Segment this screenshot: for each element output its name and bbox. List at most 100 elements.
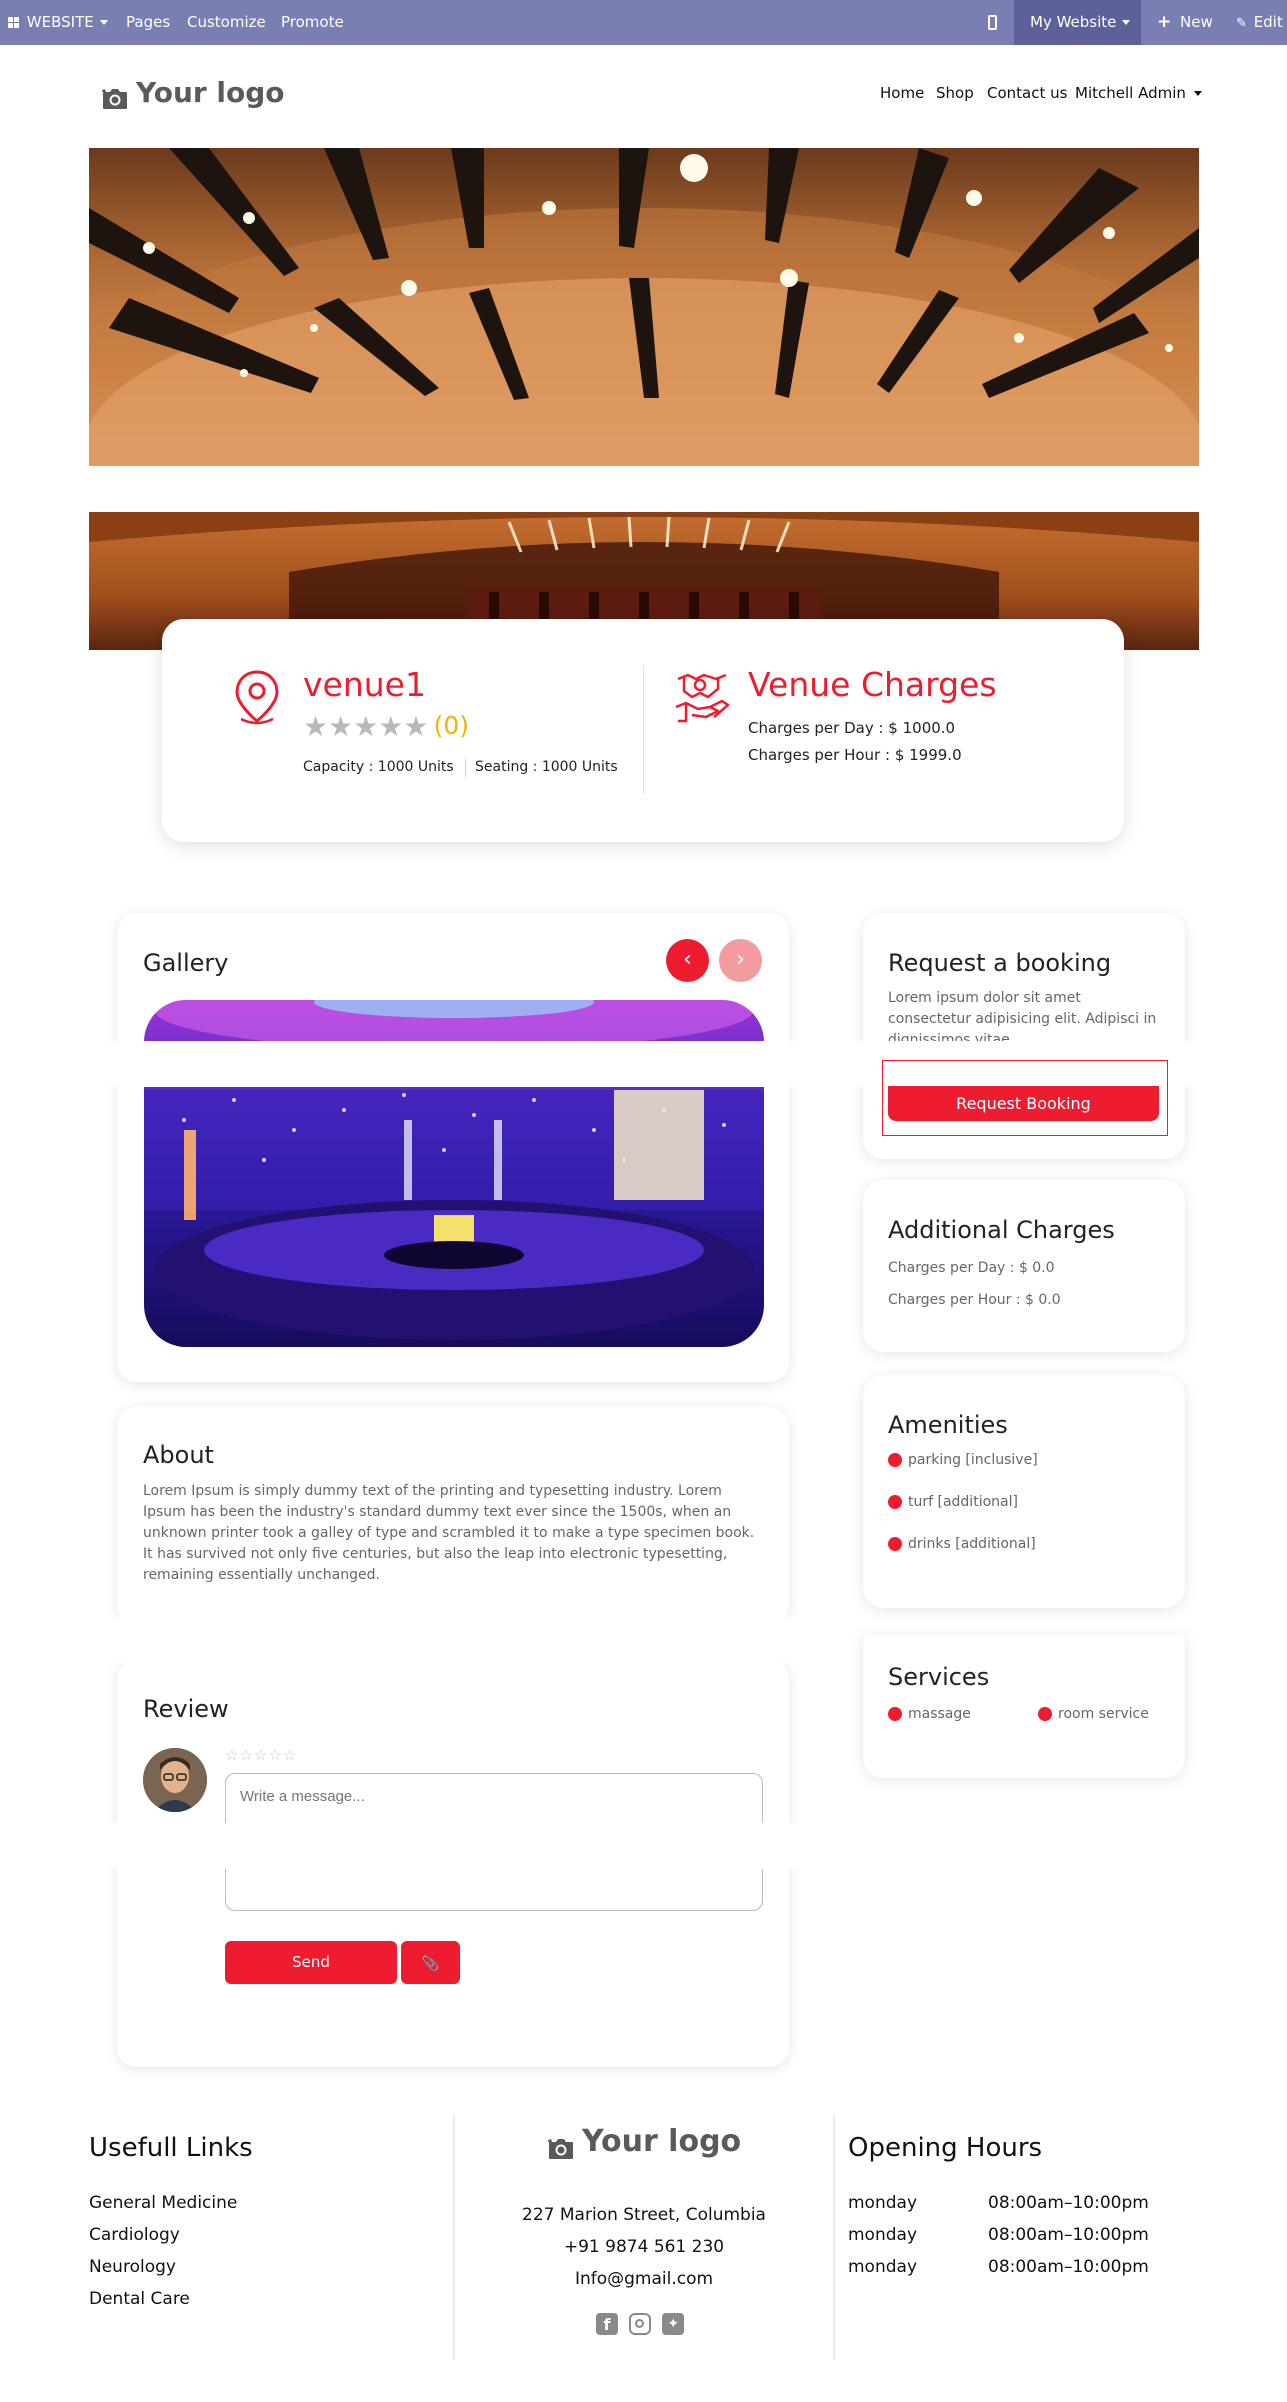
camera-icon xyxy=(102,84,128,109)
twitter-icon[interactable]: ✦ xyxy=(662,2313,685,2335)
hours-time: 08:00am–10:00pm xyxy=(988,2225,1149,2245)
mobile-preview-button[interactable] xyxy=(988,0,1004,45)
chevron-down-icon xyxy=(1122,20,1131,25)
additional-title: Additional Charges xyxy=(888,1216,1115,1244)
chevron-down-icon xyxy=(1193,91,1202,96)
bullet-icon xyxy=(888,1453,902,1467)
about-title: About xyxy=(143,1441,214,1469)
new-button[interactable]: + New xyxy=(1157,0,1213,45)
hours-day: monday xyxy=(848,2257,918,2277)
nav-home[interactable]: Home xyxy=(880,84,924,102)
venue-info-card: venue1 ★★★★★ (0) Capacity : 1000 Units S… xyxy=(162,619,1124,842)
charges-per-hour: Charges per Hour : $ 1999.0 xyxy=(748,746,962,764)
footer-link[interactable]: Dental Care xyxy=(89,2289,190,2309)
star-outline-icon: ☆☆☆☆☆ xyxy=(225,1746,298,1764)
service-label: room service xyxy=(1058,1706,1149,1722)
hours-day: monday xyxy=(848,2193,918,2213)
footer-link[interactable]: Neurology xyxy=(89,2257,176,2277)
nav-shop[interactable]: Shop xyxy=(936,84,974,102)
nav-contact-us[interactable]: Contact us xyxy=(987,84,1067,102)
pencil-icon: ✎ xyxy=(1236,16,1247,31)
instagram-icon[interactable] xyxy=(629,2313,652,2335)
my-website-menu[interactable]: My Website xyxy=(1014,0,1141,45)
footer-link[interactable]: Cardiology xyxy=(89,2225,180,2245)
amenities-title: Amenities xyxy=(888,1411,1008,1439)
request-booking-button[interactable]: Request Booking xyxy=(888,1086,1159,1121)
divider xyxy=(465,759,466,777)
chevron-right-icon: › xyxy=(736,947,745,972)
avatar xyxy=(143,1748,207,1812)
apps-label: WEBSITE xyxy=(26,13,94,31)
amenity-label: parking [inclusive] xyxy=(908,1452,1038,1468)
hours-time: 08:00am–10:00pm xyxy=(988,2257,1149,2277)
opening-hours-title: Opening Hours xyxy=(848,2133,1043,2163)
mobile-icon xyxy=(988,15,997,30)
new-label: New xyxy=(1180,13,1213,31)
useful-links-title: Usefull Links xyxy=(89,2133,253,2163)
footer-address: 227 Marion Street, Columbia xyxy=(522,2205,766,2225)
booking-text-line: Lorem ipsum dolor sit amet xyxy=(888,990,1081,1006)
social-icons: f ✦ xyxy=(596,2313,685,2335)
bullet-icon xyxy=(888,1495,902,1509)
nav-user-menu[interactable]: Mitchell Admin xyxy=(1075,84,1202,102)
gallery-card: Gallery ‹ › xyxy=(117,913,789,1382)
services-title: Services xyxy=(888,1663,990,1691)
edit-label: Edit xyxy=(1253,13,1283,31)
bullet-icon xyxy=(888,1707,902,1721)
plus-icon: + xyxy=(1157,12,1172,32)
camera-icon xyxy=(548,2133,574,2159)
about-line: Lorem Ipsum is simply dummy text of the … xyxy=(143,1483,722,1499)
footer-email[interactable]: Info@gmail.com xyxy=(453,2269,835,2289)
gallery-title: Gallery xyxy=(143,949,229,977)
services-card: Services massage room service xyxy=(863,1635,1185,1778)
attach-button[interactable]: 📎 xyxy=(401,1941,460,1984)
additional-charges-card: Additional Charges Charges per Day : $ 0… xyxy=(863,1180,1185,1352)
amenity-item: parking [inclusive] xyxy=(888,1452,1038,1468)
overlay-band xyxy=(0,1823,1287,1869)
amenity-label: drinks [additional] xyxy=(908,1536,1036,1552)
service-item: massage xyxy=(888,1706,971,1722)
facebook-icon[interactable]: f xyxy=(596,2313,618,2335)
about-text: Lorem Ipsum is simply dummy text of the … xyxy=(143,1481,754,1586)
rating-stars: ★★★★★ (0) xyxy=(303,710,469,743)
about-line: Ipsum has been the industry's standard d… xyxy=(143,1504,732,1520)
gallery-prev-button[interactable]: ‹ xyxy=(666,939,709,982)
customize-menu[interactable]: Customize xyxy=(187,0,266,45)
apps-menu[interactable]: WEBSITE xyxy=(8,0,108,45)
star-icon: ★★★★★ xyxy=(303,710,429,743)
footer-logo[interactable]: Your logo xyxy=(548,2124,741,2159)
amenities-card: Amenities parking [inclusive] turf [addi… xyxy=(863,1375,1185,1608)
handshake-icon xyxy=(674,669,730,729)
seating-text: Seating : 1000 Units xyxy=(475,759,618,775)
location-pin-icon xyxy=(231,669,283,729)
vertical-divider xyxy=(643,665,644,795)
chevron-left-icon: ‹ xyxy=(683,947,692,972)
rating-count: (0) xyxy=(433,711,470,740)
send-button[interactable]: Send xyxy=(225,1941,397,1984)
send-label: Send xyxy=(292,1953,330,1971)
site-logo[interactable]: Your logo xyxy=(102,76,285,109)
amenity-label: turf [additional] xyxy=(908,1494,1018,1510)
user-name: Mitchell Admin xyxy=(1075,84,1186,102)
promote-menu[interactable]: Promote xyxy=(281,0,344,45)
review-title: Review xyxy=(143,1695,229,1723)
venue-charges-title: Venue Charges xyxy=(748,665,997,704)
booking-text-line: consectetur adipisicing elit. Adipisci i… xyxy=(888,1011,1157,1027)
service-item: room service xyxy=(1038,1706,1149,1722)
logo-text: Your logo xyxy=(136,76,285,109)
gallery-next-button[interactable]: › xyxy=(719,939,762,982)
instagram-lens xyxy=(635,2319,645,2328)
booking-title: Request a booking xyxy=(888,949,1112,977)
about-card: About Lorem Ipsum is simply dummy text o… xyxy=(117,1407,789,1625)
hours-time: 08:00am–10:00pm xyxy=(988,2193,1149,2213)
capacity-text: Capacity : 1000 Units xyxy=(303,759,454,775)
apps-grid-icon xyxy=(8,17,19,28)
charges-per-day: Charges per Day : $ 1000.0 xyxy=(748,719,956,737)
footer-link[interactable]: General Medicine xyxy=(89,2193,237,2213)
edit-button[interactable]: ✎ Edit xyxy=(1236,0,1283,45)
pages-menu[interactable]: Pages xyxy=(126,0,170,45)
request-booking-label: Request Booking xyxy=(956,1094,1091,1113)
review-rating-input[interactable]: ☆☆☆☆☆ xyxy=(225,1746,297,1764)
about-line: unknown printer took a galley of type an… xyxy=(143,1525,755,1541)
bullet-icon xyxy=(1038,1707,1052,1721)
